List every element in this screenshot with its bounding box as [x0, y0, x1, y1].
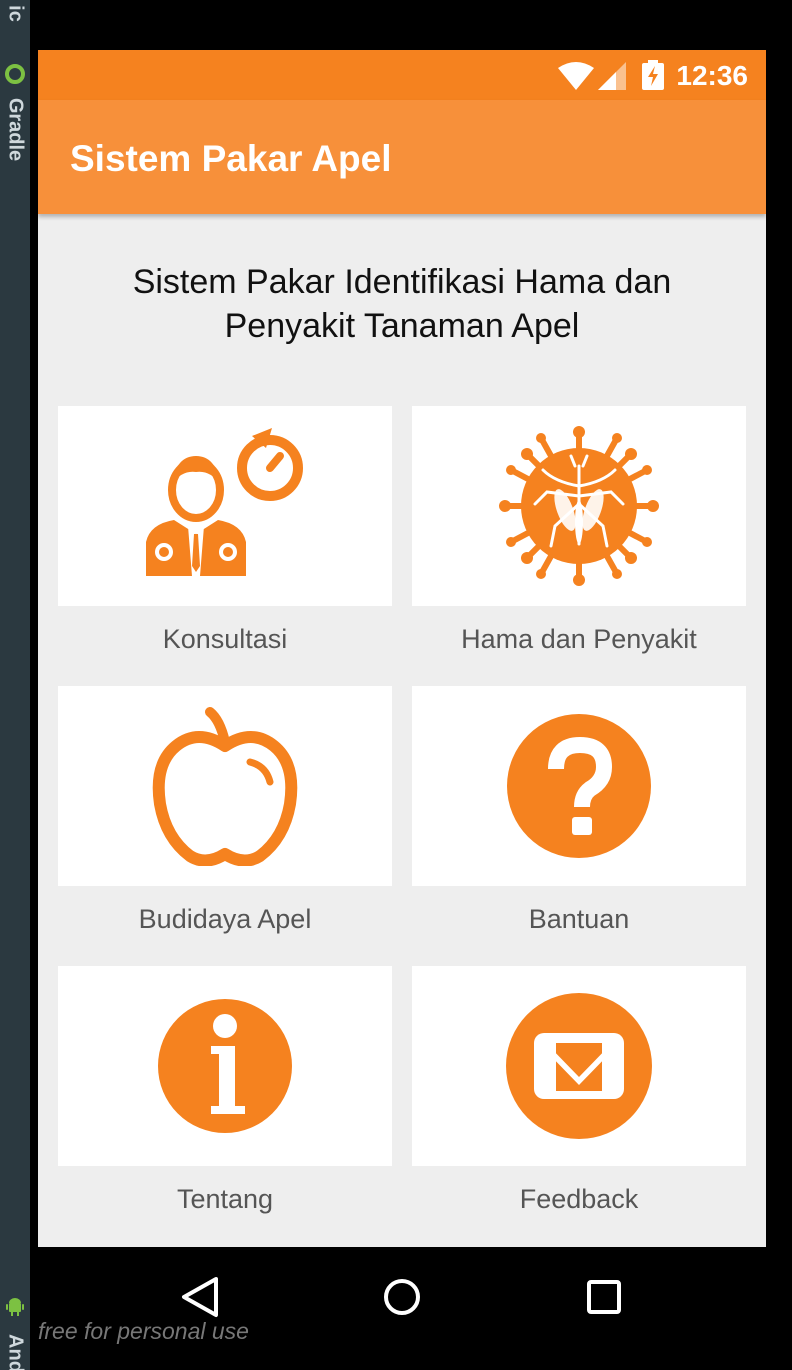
status-time: 12:36 [676, 60, 748, 91]
page-headline: Sistem Pakar Identifikasi Hama dan Penya… [132, 263, 672, 345]
android-icon [6, 1298, 24, 1316]
menu-card-budidaya[interactable] [58, 686, 392, 886]
menu-label-budidaya[interactable]: Budidaya Apel [58, 904, 392, 935]
recents-icon[interactable] [584, 1275, 624, 1319]
menu-card-bantuan[interactable] [412, 686, 746, 886]
screen: ic Gradle And 12:36 Sistem Pakar Apel Si… [0, 0, 792, 1370]
android-label[interactable]: And [4, 1334, 27, 1370]
mosquito-virus-icon [499, 426, 659, 586]
mail-icon [506, 993, 652, 1139]
menu-card-konsultasi[interactable] [58, 406, 392, 606]
doctor-consult-icon [146, 428, 303, 576]
wifi-icon [558, 62, 594, 90]
menu-card-feedback[interactable] [412, 966, 746, 1166]
menu-label-feedback[interactable]: Feedback [412, 1184, 746, 1215]
menu-label-tentang[interactable]: Tentang [58, 1184, 392, 1215]
menu-label-konsultasi[interactable]: Konsultasi [58, 624, 392, 655]
app-title: Sistem Pakar Apel [70, 138, 392, 179]
home-icon[interactable] [382, 1275, 422, 1319]
menu-label-hama-penyakit[interactable]: Hama dan Penyakit [412, 624, 746, 655]
ide-sidebar: ic Gradle And [0, 0, 30, 1370]
apple-icon [152, 707, 298, 866]
gradle-icon [5, 64, 25, 84]
info-icon [158, 999, 292, 1133]
battery-charging-icon [642, 60, 664, 90]
menu-label-bantuan[interactable]: Bantuan [412, 904, 746, 935]
watermark: free for personal use [38, 1318, 249, 1344]
menu-card-tentang[interactable] [58, 966, 392, 1166]
app-bar: Sistem Pakar Apel [38, 100, 766, 214]
back-icon[interactable] [180, 1275, 220, 1319]
ide-top-label: ic [4, 5, 27, 22]
menu-card-hama-penyakit[interactable] [412, 406, 746, 606]
gradle-label[interactable]: Gradle [4, 98, 27, 161]
status-bar: 12:36 [38, 50, 766, 100]
signal-icon [598, 62, 626, 90]
question-icon [507, 714, 651, 858]
phone-screen: 12:36 Sistem Pakar Apel Sistem Pakar Ide… [38, 50, 766, 1247]
